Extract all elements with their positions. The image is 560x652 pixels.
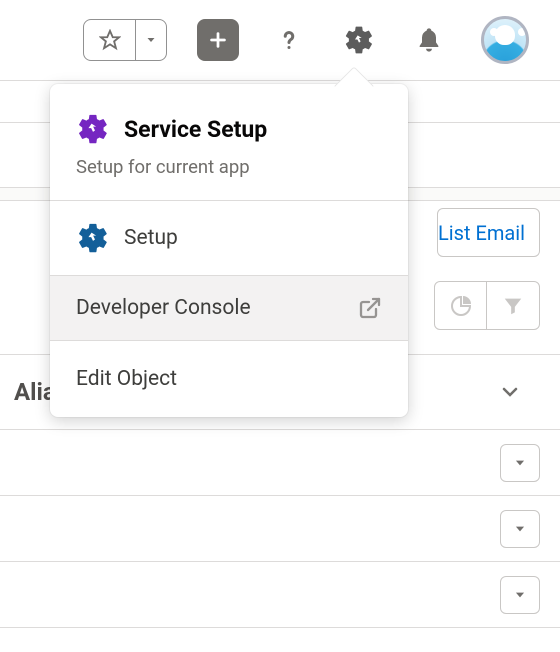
global-header [0,0,560,80]
row-actions-button[interactable] [500,510,540,548]
record-list [0,430,560,628]
filter-button[interactable] [486,281,540,330]
menu-item-label: Developer Console [76,296,251,320]
table-row [0,562,560,628]
favorites-split-button[interactable] [83,19,167,61]
menu-item-label: Setup [124,226,178,250]
menu-item-setup[interactable]: Setup [50,201,408,275]
table-row [0,496,560,562]
avatar[interactable] [481,16,529,64]
row-actions-button[interactable] [500,576,540,614]
open-external-icon [358,296,382,320]
chart-button[interactable] [434,281,488,330]
setup-gear-icon[interactable] [339,20,379,60]
list-email-button[interactable]: List Email [437,208,540,257]
help-icon[interactable] [269,20,309,60]
menu-item-developer-console[interactable]: Developer Console [50,276,408,340]
setup-menu-subtitle: Setup for current app [76,156,382,178]
setup-menu-title: Service Setup [124,116,267,143]
favorites-star-icon[interactable] [84,20,136,60]
setup-gear-bolt-icon [76,221,110,255]
favorites-dropdown-icon[interactable] [136,20,166,60]
table-row [0,430,560,496]
list-email-label: List Email [438,221,525,245]
chevron-down-icon[interactable] [498,380,522,404]
setup-menu-popover: Service Setup Setup for current app Setu… [50,84,408,417]
button-group [434,281,541,330]
menu-item-edit-object[interactable]: Edit Object [50,341,408,417]
global-actions-button[interactable] [197,19,239,61]
service-setup-gear-icon [76,112,110,146]
row-actions-button[interactable] [500,444,540,482]
notifications-bell-icon[interactable] [409,20,449,60]
menu-item-label: Edit Object [76,367,177,391]
